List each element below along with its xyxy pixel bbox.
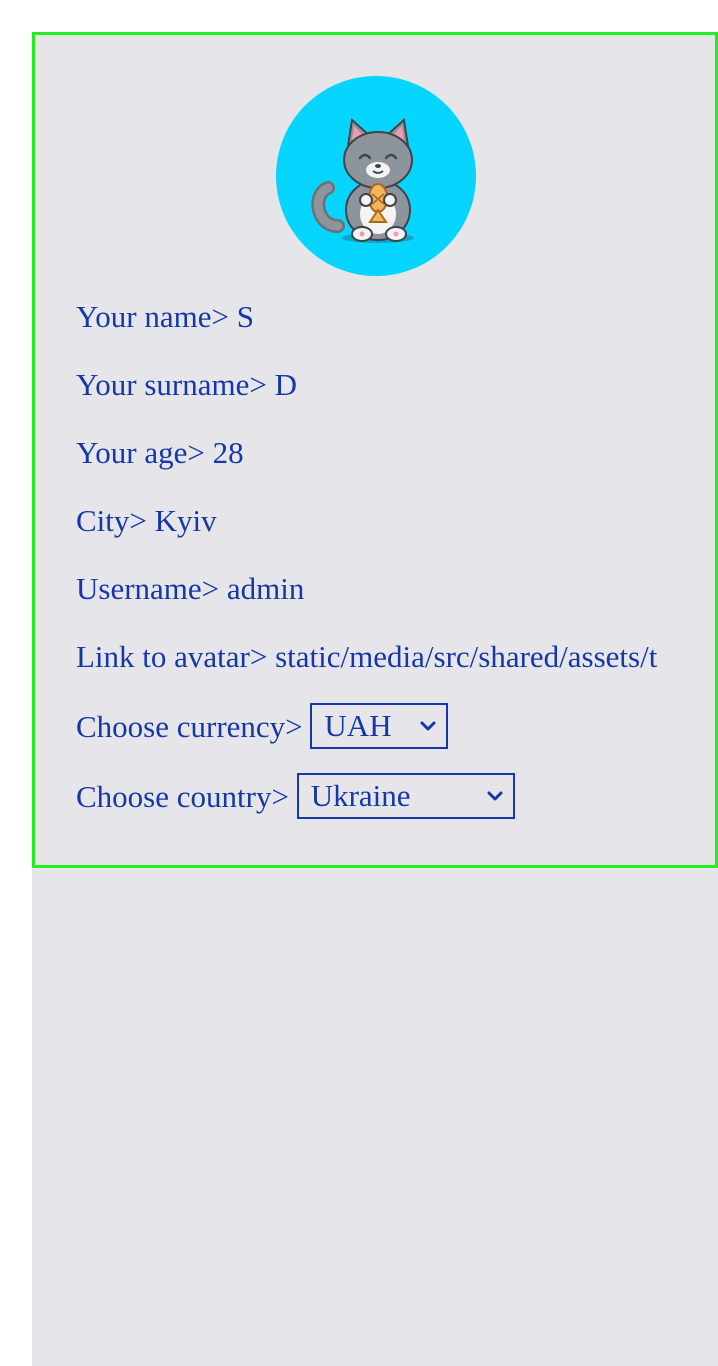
country-selected-value: Ukraine bbox=[310, 778, 411, 813]
chevron-down-icon bbox=[487, 791, 503, 801]
name-field: Your name> S bbox=[76, 299, 254, 335]
surname-value: D bbox=[274, 367, 297, 402]
username-value: admin bbox=[226, 571, 305, 606]
city-field: City> Kyiv bbox=[76, 503, 217, 539]
country-label: Choose country> bbox=[76, 779, 297, 815]
age-field: Your age> 28 bbox=[76, 435, 244, 471]
username-field: Username> admin bbox=[76, 571, 304, 607]
country-field: Choose country> Ukraine bbox=[76, 773, 515, 823]
surname-label: Your surname> bbox=[76, 367, 275, 402]
currency-selected-value: UAH bbox=[324, 708, 392, 743]
city-value: Kyiv bbox=[154, 503, 217, 538]
age-value: 28 bbox=[212, 435, 244, 470]
profile-card: Your name> S Your surname> D Your age> 2… bbox=[32, 32, 718, 868]
city-label: City> bbox=[76, 503, 155, 538]
username-label: Username> bbox=[76, 571, 227, 606]
currency-label: Choose currency> bbox=[76, 709, 311, 745]
age-label: Your age> bbox=[76, 435, 213, 470]
country-select[interactable]: Ukraine bbox=[296, 773, 515, 819]
name-label: Your name> bbox=[76, 299, 237, 334]
avatar-link-value: static/media/src/shared/assets/t bbox=[275, 639, 658, 674]
avatar-link-field: Link to avatar> static/media/src/shared/… bbox=[76, 639, 674, 675]
currency-field: Choose currency> UAH bbox=[76, 703, 449, 753]
currency-select[interactable]: UAH bbox=[310, 703, 449, 749]
avatar bbox=[276, 76, 476, 276]
avatar-link-label: Link to avatar> bbox=[76, 639, 276, 674]
chevron-down-icon bbox=[420, 721, 436, 731]
name-value: S bbox=[236, 299, 254, 334]
surname-field: Your surname> D bbox=[76, 367, 297, 403]
cat-holding-fish-icon bbox=[311, 118, 414, 243]
